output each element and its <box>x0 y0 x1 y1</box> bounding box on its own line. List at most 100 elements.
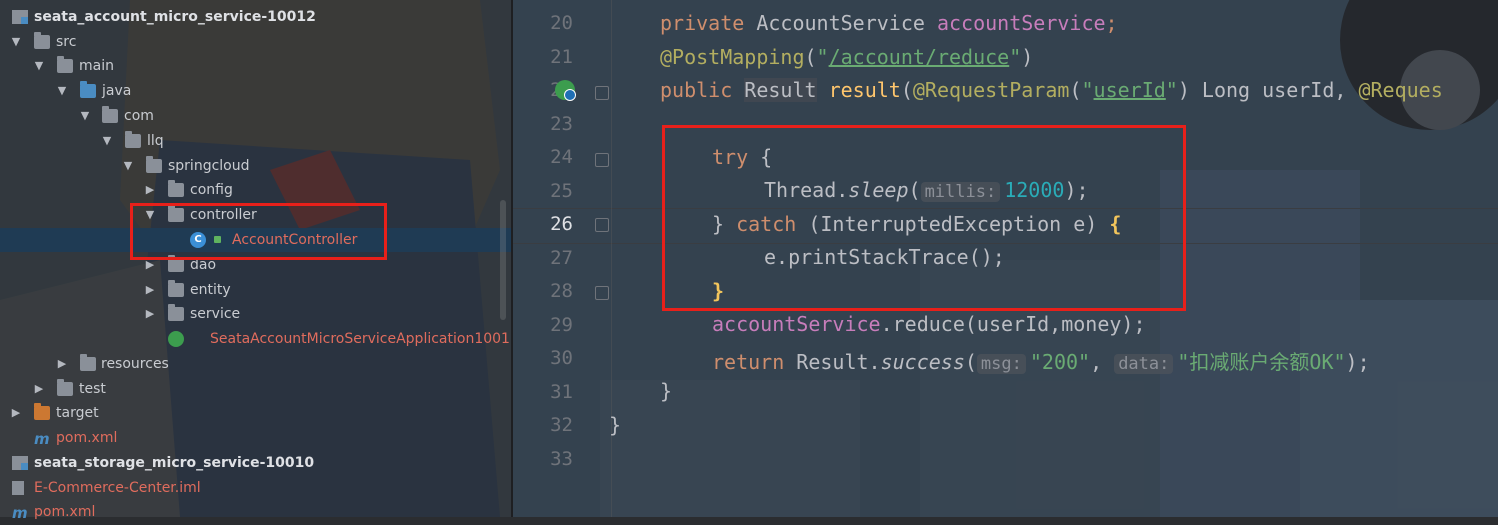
tree-row-java[interactable]: ▼ java <box>0 79 512 103</box>
tree-label: src <box>56 34 77 50</box>
code-token: } <box>660 379 673 403</box>
code-token: AccountService <box>744 11 937 35</box>
chevron-down-icon[interactable]: ▼ <box>122 154 134 178</box>
code-token: " <box>1165 78 1178 102</box>
maven-icon: m <box>12 504 28 522</box>
tree-row-root-module[interactable]: seata_account_micro_service-10012 <box>0 5 512 29</box>
keyword: return <box>712 350 785 374</box>
annotation-token: @PostMapping <box>660 45 805 69</box>
excluded-folder-icon <box>34 403 50 420</box>
method-token: success <box>880 350 965 374</box>
tree-row-entity[interactable]: ▶ entity <box>0 278 512 302</box>
type-token: Result <box>744 78 817 102</box>
tree-row-application[interactable]: SeataAccountMicroServiceApplication1001 <box>0 327 512 351</box>
code-token: Result. <box>784 350 881 374</box>
tree-label: llq <box>147 133 164 149</box>
highlight-box-controller <box>130 203 387 260</box>
code-token: ( <box>964 350 977 374</box>
param-hint: msg: <box>976 354 1026 374</box>
code-line-21[interactable]: @PostMapping("/account/reduce") <box>660 45 1033 69</box>
fold-icon[interactable] <box>595 153 609 167</box>
chevron-right-icon[interactable]: ▶ <box>56 352 68 376</box>
code-token: } <box>609 413 622 437</box>
tree-row-service[interactable]: ▶ service <box>0 302 512 326</box>
tree-row-llq[interactable]: ▼ llq <box>0 129 512 153</box>
tree-row-target[interactable]: ▶ target <box>0 401 512 425</box>
tree-label: java <box>102 83 132 99</box>
annotation-token: @Reques <box>1358 78 1443 102</box>
tree-scrollbar[interactable] <box>500 200 506 320</box>
package-icon <box>168 304 184 321</box>
annotation-token: @RequestParam <box>912 78 1070 102</box>
code-token: .reduce(userId,money); <box>880 312 1146 336</box>
code-line-32[interactable]: } <box>609 413 621 437</box>
field-token: accountService <box>712 312 881 336</box>
code-line-31[interactable]: } <box>660 379 672 403</box>
tree-label: test <box>79 381 106 397</box>
string-token: "扣减账户余额OK" <box>1177 350 1346 374</box>
tree-row-pom[interactable]: m pom.xml <box>0 426 512 450</box>
line-number: 30 <box>550 347 573 369</box>
tree-row-storage-module[interactable]: seata_storage_micro_service-10010 <box>0 451 512 475</box>
fold-icon[interactable] <box>595 86 609 100</box>
chevron-down-icon[interactable]: ▼ <box>56 79 68 103</box>
chevron-down-icon[interactable]: ▼ <box>79 104 91 128</box>
tree-label: seata_storage_micro_service-10010 <box>34 455 315 471</box>
code-token: , <box>1090 350 1115 374</box>
chevron-right-icon[interactable]: ▶ <box>144 278 156 302</box>
tree-row-iml[interactable]: E-Commerce-Center.iml <box>0 476 512 500</box>
package-icon <box>168 255 184 272</box>
line-number: 20 <box>550 12 573 34</box>
tree-row-com[interactable]: ▼ com <box>0 104 512 128</box>
chevron-down-icon[interactable]: ▼ <box>101 129 113 153</box>
line-number: 26 <box>550 213 573 235</box>
tree-row-pom2[interactable]: m pom.xml <box>0 500 512 524</box>
chevron-right-icon[interactable]: ▶ <box>144 178 156 202</box>
field-token: accountService <box>936 11 1106 35</box>
tree-row-config[interactable]: ▶ config <box>0 178 512 202</box>
module-folder-icon <box>12 456 28 470</box>
param-hint: data: <box>1114 354 1174 374</box>
folder-icon <box>57 379 73 396</box>
code-line-20[interactable]: private AccountService accountService; <box>660 11 1118 35</box>
spring-boot-app-icon <box>168 331 184 347</box>
url-link[interactable]: /account/reduce <box>829 45 1010 69</box>
keyword: private <box>660 11 745 35</box>
package-icon <box>102 106 118 123</box>
fold-icon[interactable] <box>595 286 609 300</box>
line-number: 21 <box>550 46 573 68</box>
tree-row-springcloud[interactable]: ▼ springcloud <box>0 154 512 178</box>
package-icon <box>168 280 184 297</box>
code-token: ( <box>1069 78 1082 102</box>
folder-icon <box>34 32 50 49</box>
run-gutter-icon[interactable] <box>555 80 576 101</box>
chevron-down-icon[interactable]: ▼ <box>33 54 45 78</box>
code-line-22[interactable]: public Result result(@RequestParam("user… <box>660 78 1443 102</box>
tree-row-test[interactable]: ▶ test <box>0 377 512 401</box>
tree-row-main[interactable]: ▼ main <box>0 54 512 78</box>
chevron-right-icon[interactable]: ▶ <box>10 401 22 425</box>
code-line-29[interactable]: accountService.reduce(userId,money); <box>712 312 1145 336</box>
code-token: ) Long userId, <box>1177 78 1359 102</box>
code-line-30[interactable]: return Result.success(msg: "200", data: "扣… <box>712 346 1370 375</box>
fold-icon[interactable] <box>595 218 609 232</box>
iml-file-icon <box>12 481 24 495</box>
code-token: ( <box>900 78 913 102</box>
line-number: 27 <box>550 247 573 269</box>
line-number: 32 <box>550 414 573 436</box>
gutter-separator <box>611 0 612 517</box>
tree-row-resources[interactable]: ▶ resources <box>0 352 512 376</box>
chevron-right-icon[interactable]: ▶ <box>144 302 156 326</box>
code-token: ( <box>804 45 817 69</box>
folder-icon <box>57 56 73 73</box>
tree-label: service <box>190 306 241 322</box>
chevron-right-icon[interactable]: ▶ <box>33 377 45 401</box>
chevron-down-icon[interactable]: ▼ <box>10 30 22 54</box>
tree-row-src[interactable]: ▼ src <box>0 30 512 54</box>
source-folder-icon <box>80 81 96 98</box>
tree-label: pom.xml <box>34 504 96 520</box>
url-link[interactable]: userId <box>1094 78 1166 102</box>
line-number: 23 <box>550 113 573 135</box>
tree-label: seata_account_micro_service-10012 <box>34 9 316 25</box>
code-token: " <box>1081 78 1094 102</box>
